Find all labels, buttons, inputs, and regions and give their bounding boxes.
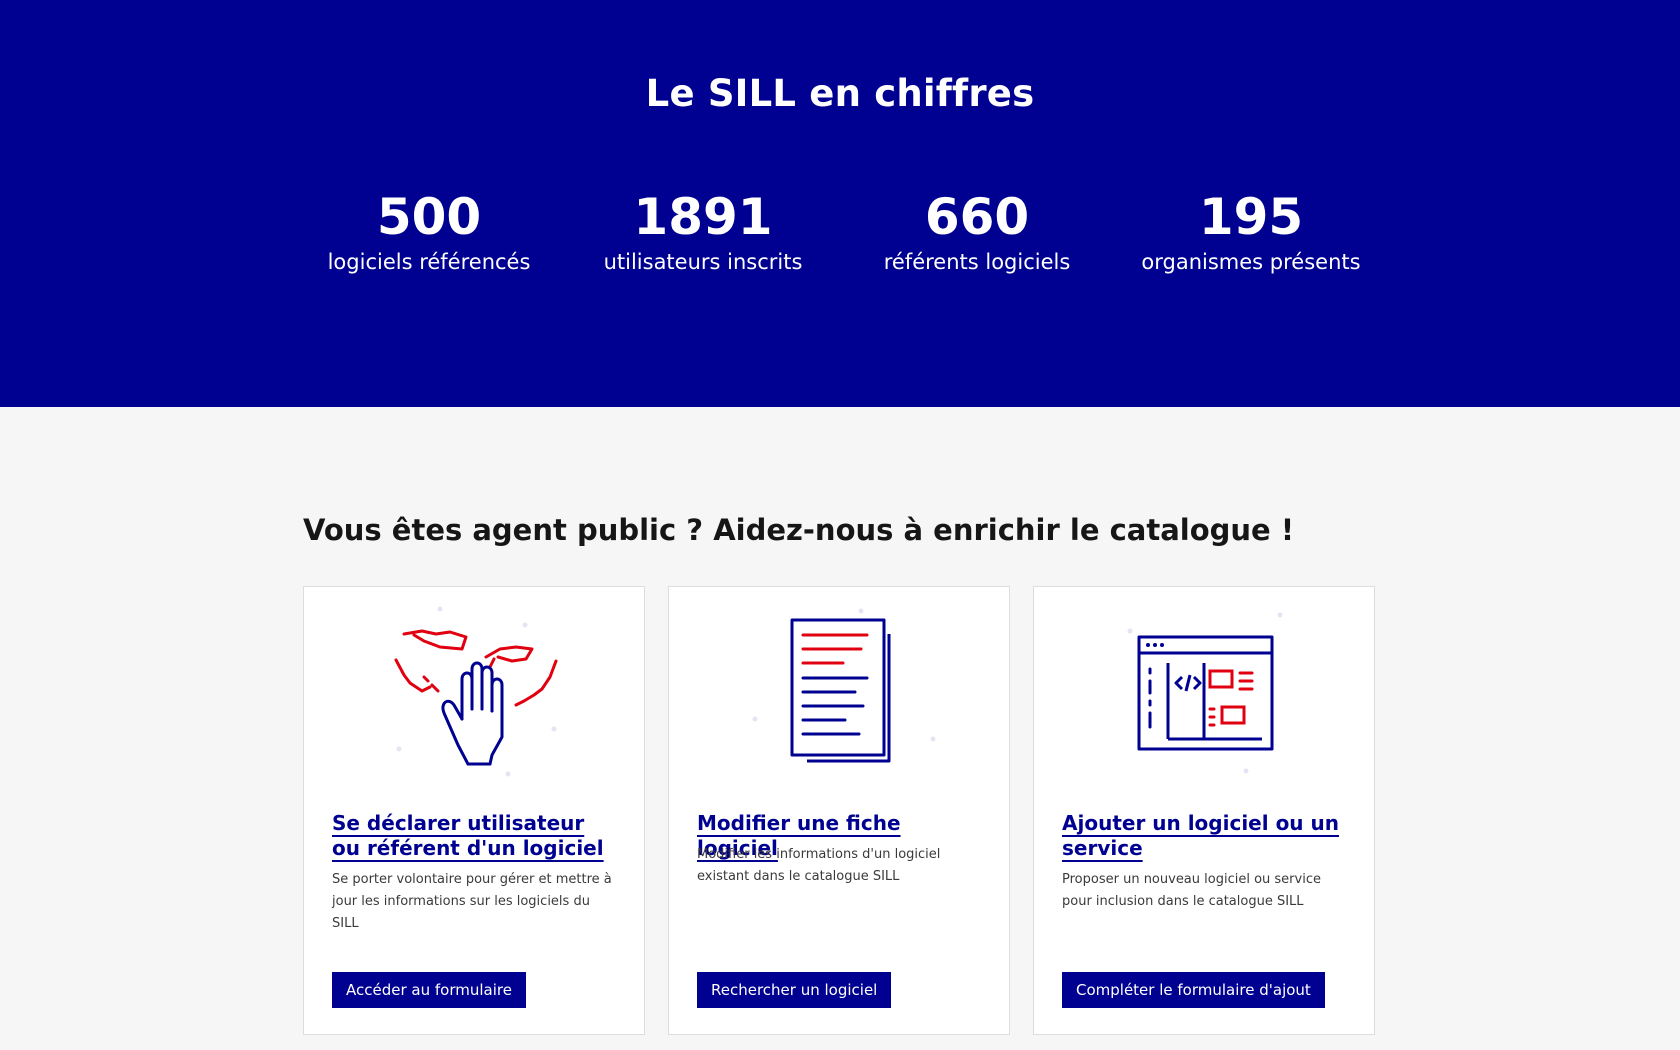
contribute-section: Vous êtes agent public ? Aidez-nous à en… bbox=[0, 407, 1680, 1050]
contribute-heading: Vous êtes agent public ? Aidez-nous à en… bbox=[303, 513, 1295, 547]
stat-value: 195 bbox=[1198, 188, 1304, 246]
stats-banner: Le SILL en chiffres 500 logiciels référe… bbox=[0, 0, 1680, 407]
access-form-button[interactable]: Accéder au formulaire bbox=[332, 972, 526, 1008]
card-add-software: Ajouter un logiciel ou un service Propos… bbox=[1033, 586, 1375, 1035]
card-title-link[interactable]: Se déclarer utilisateur ou référent d'un… bbox=[332, 811, 616, 861]
stats-title: Le SILL en chiffres bbox=[645, 72, 1035, 115]
card-description: Proposer un nouveau logiciel ou service … bbox=[1062, 872, 1321, 909]
complete-add-form-button[interactable]: Compléter le formulaire d'ajout bbox=[1062, 972, 1325, 1008]
stat-label: organismes présents bbox=[1141, 250, 1361, 274]
stat-value: 660 bbox=[924, 188, 1030, 246]
stat-value: 1891 bbox=[633, 188, 773, 246]
code-window-icon bbox=[1104, 597, 1304, 777]
stat-label: référents logiciels bbox=[883, 250, 1071, 274]
stat-software: 500 logiciels référencés bbox=[292, 184, 566, 276]
card-declare-user: Se déclarer utilisateur ou référent d'un… bbox=[303, 586, 645, 1035]
stat-label: logiciels référencés bbox=[327, 250, 531, 274]
stat-referents: 660 référents logiciels bbox=[840, 184, 1114, 276]
card-title-link[interactable]: Ajouter un logiciel ou un service bbox=[1062, 811, 1346, 861]
raised-hands-icon bbox=[374, 597, 574, 777]
card-description: Modifier les informations d'un logiciel … bbox=[697, 847, 941, 884]
document-icon bbox=[739, 597, 939, 777]
stat-organisations: 195 organismes présents bbox=[1114, 184, 1388, 276]
card-description: Se porter volontaire pour gérer et mettr… bbox=[332, 872, 612, 931]
card-edit-software: Modifier une fiche logiciel Modifier les… bbox=[668, 586, 1010, 1035]
search-software-button[interactable]: Rechercher un logiciel bbox=[697, 972, 892, 1008]
stat-users: 1891 utilisateurs inscrits bbox=[566, 184, 840, 276]
stat-label: utilisateurs inscrits bbox=[603, 250, 803, 274]
stat-value: 500 bbox=[376, 188, 482, 246]
